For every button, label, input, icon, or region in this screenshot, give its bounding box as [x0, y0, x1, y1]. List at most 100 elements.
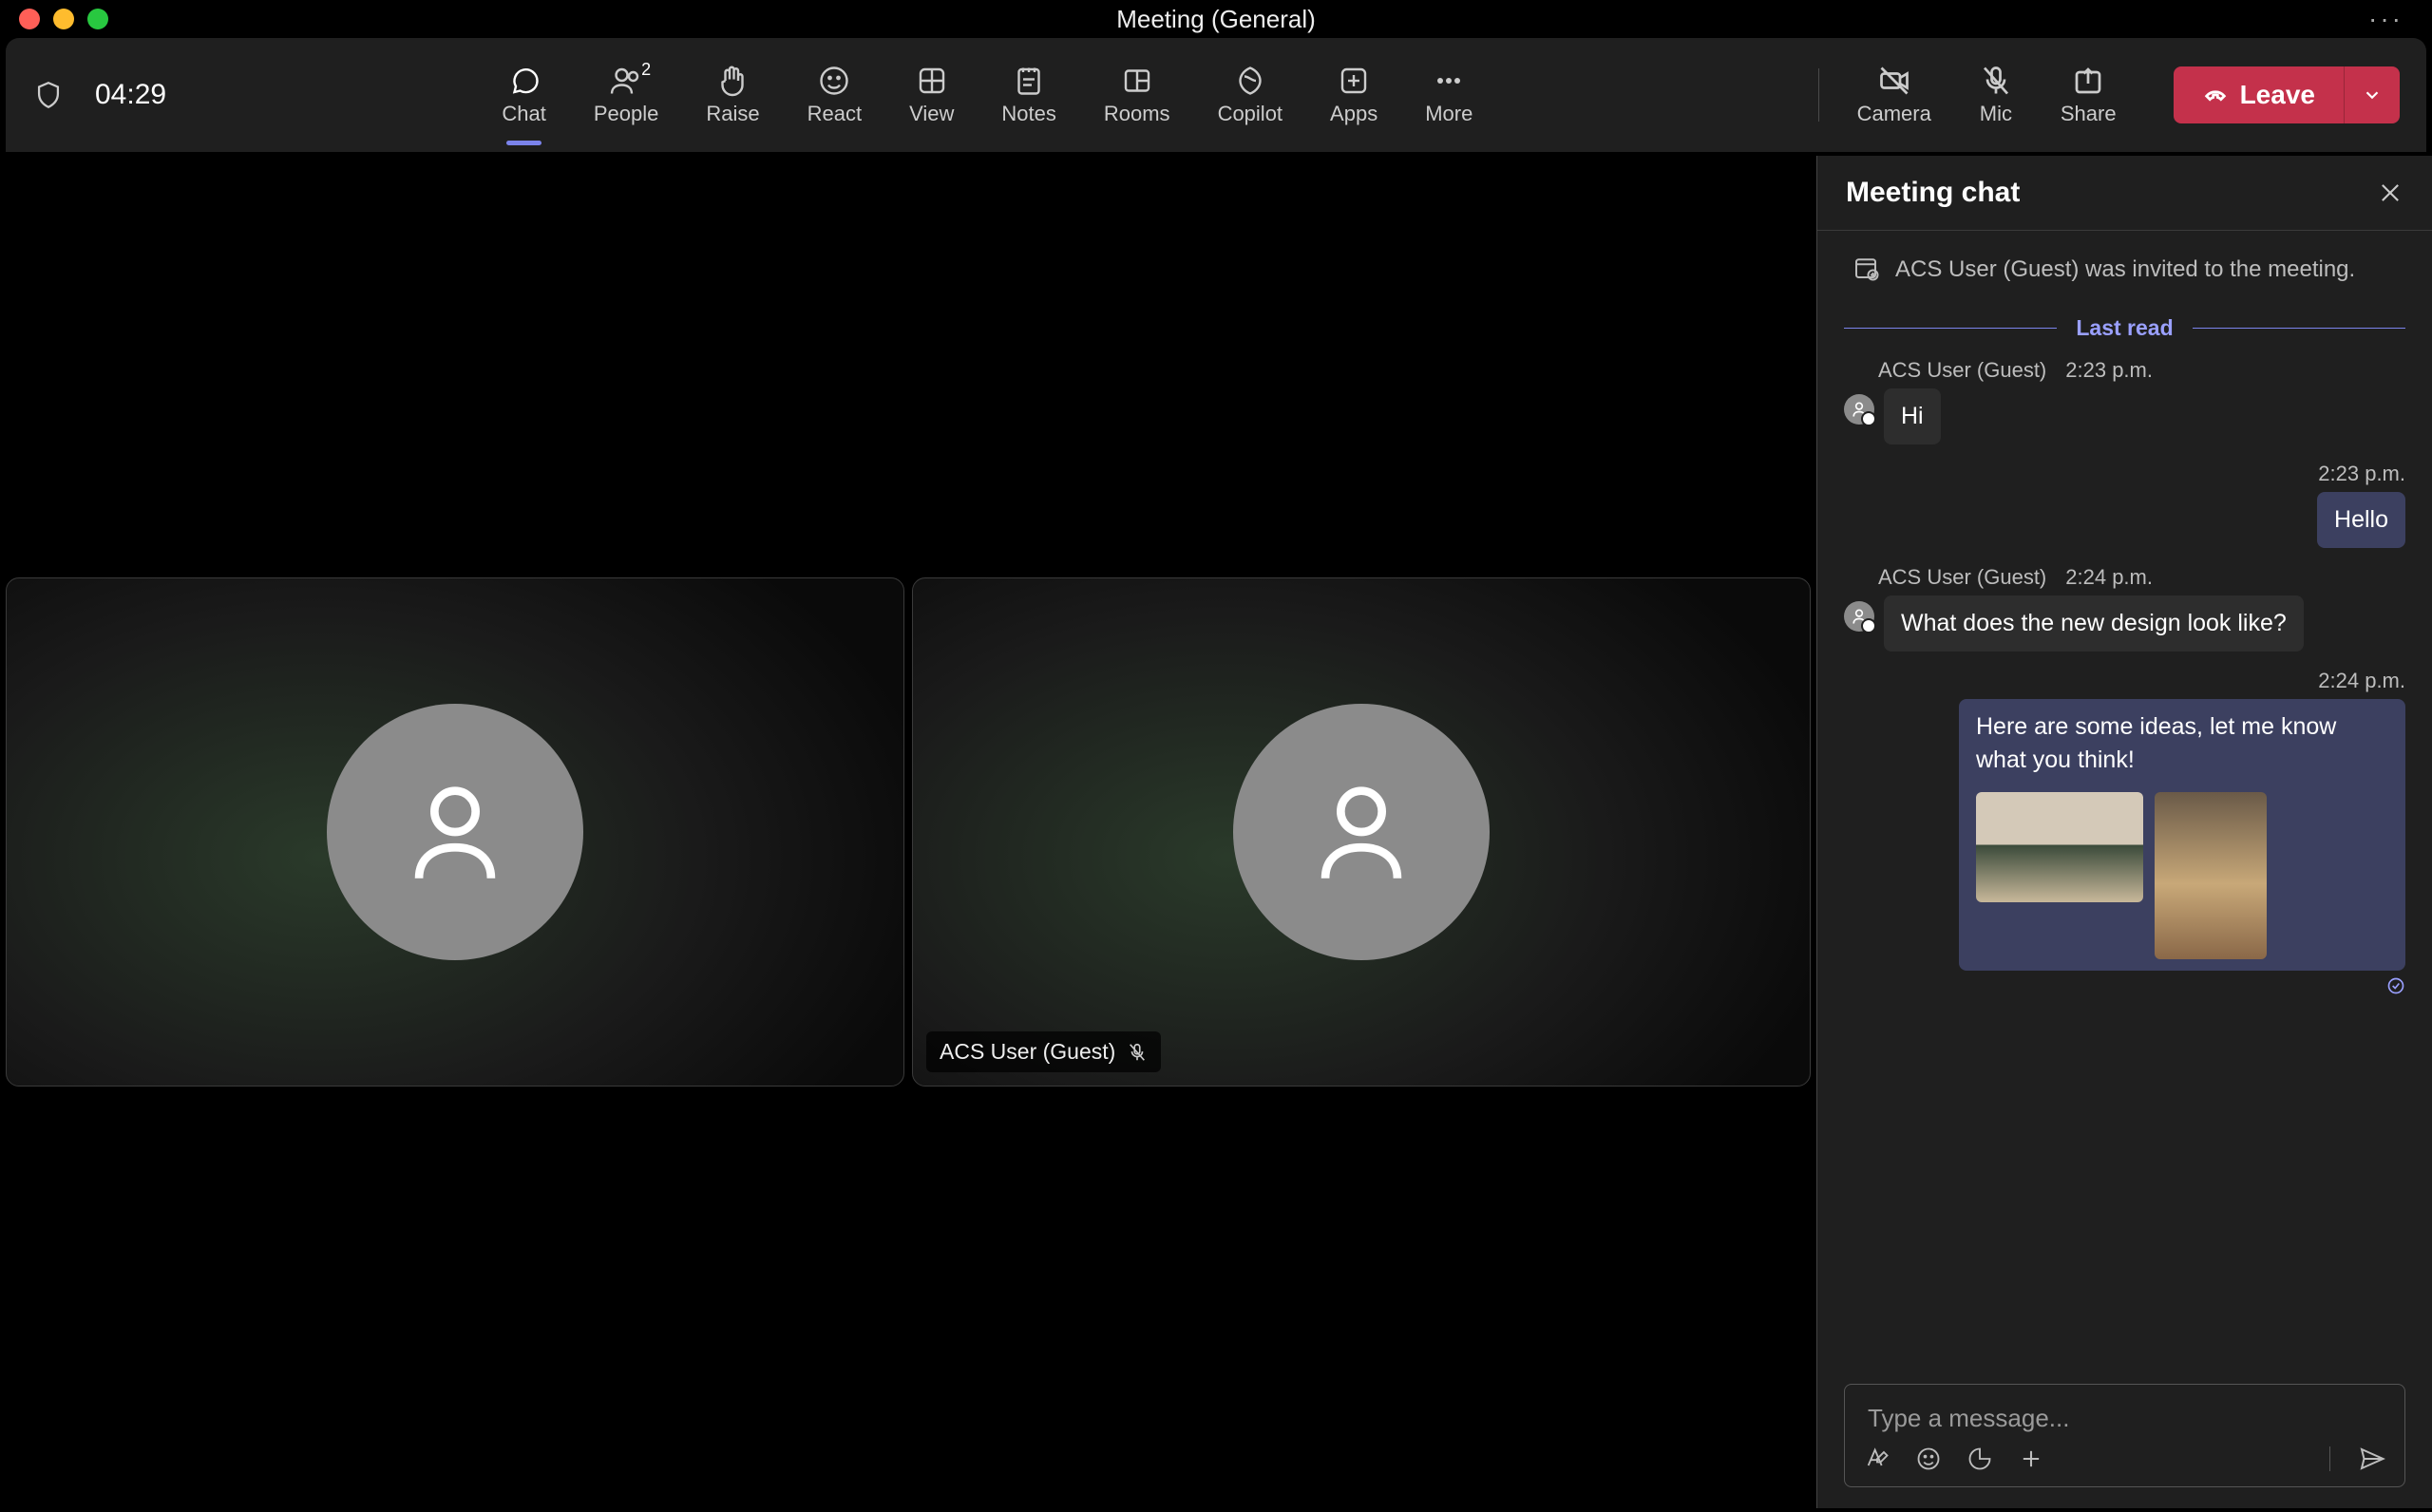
read-receipt-icon — [2386, 976, 2405, 995]
message-meta: ACS User (Guest) 2:24 p.m. — [1878, 565, 2405, 590]
maximize-window-button[interactable] — [87, 9, 108, 29]
people-button[interactable]: 2 People — [584, 58, 669, 132]
participant-tile-guest[interactable]: ACS User (Guest) — [912, 577, 1811, 1087]
notes-button[interactable]: Notes — [992, 58, 1065, 132]
ellipsis-icon — [1432, 64, 1466, 98]
more-button[interactable]: More — [1416, 58, 1482, 132]
react-button[interactable]: React — [798, 58, 871, 132]
titlebar: Meeting (General) ··· — [0, 0, 2432, 38]
apps-label: Apps — [1330, 102, 1378, 126]
message-row: Here are some ideas, let me know what yo… — [1844, 699, 2405, 971]
participant-name: ACS User (Guest) — [940, 1039, 1115, 1065]
attach-button[interactable] — [2018, 1446, 2044, 1472]
mic-off-icon — [1979, 64, 2013, 98]
read-receipt — [1844, 976, 2405, 995]
divider-line — [2193, 328, 2405, 329]
smile-icon — [817, 64, 851, 98]
message-text: What does the new design look like? — [1901, 610, 2287, 636]
calendar-add-icon — [1852, 254, 1880, 282]
chevron-down-icon — [2362, 85, 2383, 105]
copilot-icon — [1233, 64, 1267, 98]
emoji-icon — [1915, 1446, 1942, 1472]
message-text: Hello — [2334, 506, 2388, 533]
message-sender: ACS User (Guest) — [1878, 358, 2046, 383]
loop-icon — [1966, 1446, 1993, 1472]
leave-button[interactable]: Leave — [2174, 66, 2344, 123]
minimize-window-button[interactable] — [53, 9, 74, 29]
image-attachment[interactable] — [1976, 792, 2143, 902]
participant-tile-self[interactable] — [6, 577, 904, 1087]
copilot-button[interactable]: Copilot — [1208, 58, 1292, 132]
chat-panel: Meeting chat ACS User (Guest) was invite… — [1816, 156, 2432, 1508]
system-message: ACS User (Guest) was invited to the meet… — [1844, 236, 2405, 304]
send-icon — [2357, 1445, 2385, 1473]
shield-icon[interactable] — [32, 79, 65, 111]
message-time: 2:23 p.m. — [2065, 358, 2153, 383]
hand-icon — [715, 64, 750, 98]
message-text: Hi — [1901, 403, 1924, 429]
avatar-placeholder — [327, 704, 583, 960]
sender-avatar — [1844, 601, 1874, 632]
toolbar-right: Camera Mic Share Leave — [1848, 58, 2400, 132]
leave-dropdown-button[interactable] — [2344, 66, 2400, 123]
toolbar-divider — [1818, 68, 1819, 122]
camera-button[interactable]: Camera — [1848, 58, 1941, 132]
raise-hand-button[interactable]: Raise — [696, 58, 769, 132]
loop-button[interactable] — [1966, 1446, 1993, 1472]
chat-icon — [507, 64, 542, 98]
divider-line — [1844, 328, 2057, 329]
message-input[interactable] — [1868, 1404, 2382, 1433]
mic-button[interactable]: Mic — [1969, 58, 2023, 132]
image-attachment[interactable] — [2155, 792, 2267, 959]
message-bubble[interactable]: What does the new design look like? — [1884, 595, 2304, 652]
people-label: People — [594, 102, 659, 126]
compose-box[interactable] — [1844, 1384, 2405, 1487]
chat-header: Meeting chat — [1817, 156, 2432, 230]
meeting-body: ACS User (Guest) Meeting chat ACS User (… — [0, 156, 2432, 1508]
share-label: Share — [2061, 102, 2117, 126]
message-bubble[interactable]: Hello — [2317, 492, 2405, 548]
more-label: More — [1425, 102, 1472, 126]
camera-label: Camera — [1857, 102, 1931, 126]
rooms-label: Rooms — [1104, 102, 1170, 126]
close-chat-button[interactable] — [2377, 180, 2404, 206]
last-read-label: Last read — [2076, 315, 2173, 341]
video-stage: ACS User (Guest) — [0, 156, 1816, 1508]
chat-label: Chat — [502, 102, 545, 126]
emoji-button[interactable] — [1915, 1446, 1942, 1472]
send-button[interactable] — [2357, 1445, 2385, 1473]
chat-title: Meeting chat — [1846, 177, 2020, 209]
message-time: 2:24 p.m. — [2318, 669, 2405, 693]
close-window-button[interactable] — [19, 9, 40, 29]
rooms-button[interactable]: Rooms — [1094, 58, 1180, 132]
system-message-text: ACS User (Guest) was invited to the meet… — [1895, 254, 2355, 287]
sender-avatar — [1844, 394, 1874, 425]
avatar-placeholder — [1233, 704, 1490, 960]
toolbar-center: Chat 2 People Raise React View Notes R — [492, 58, 1482, 132]
mic-muted-icon — [1127, 1042, 1148, 1063]
format-button[interactable] — [1864, 1446, 1890, 1472]
message-row: What does the new design look like? — [1844, 595, 2405, 652]
chat-messages[interactable]: ACS User (Guest) was invited to the meet… — [1817, 230, 2432, 1365]
apps-button[interactable]: Apps — [1320, 58, 1387, 132]
meeting-toolbar: 04:29 Chat 2 People Raise React View No — [6, 38, 2426, 152]
view-button[interactable]: View — [900, 58, 963, 132]
meeting-timer: 04:29 — [95, 79, 166, 111]
leave-label: Leave — [2240, 80, 2315, 110]
compose-toolbar — [1864, 1445, 2385, 1473]
person-icon — [1850, 607, 1869, 626]
chat-button[interactable]: Chat — [492, 58, 555, 132]
more-options-button[interactable]: ··· — [2368, 4, 2404, 34]
people-count-badge: 2 — [641, 60, 651, 80]
message-bubble[interactable]: Here are some ideas, let me know what yo… — [1959, 699, 2405, 971]
message-attachments — [1976, 792, 2388, 959]
message-meta: ACS User (Guest) 2:23 p.m. — [1878, 358, 2405, 383]
people-icon: 2 — [609, 64, 643, 98]
raise-label: Raise — [706, 102, 759, 126]
apps-icon — [1337, 64, 1371, 98]
share-button[interactable]: Share — [2051, 58, 2126, 132]
message-time: 2:23 p.m. — [2318, 462, 2405, 486]
compose-area — [1817, 1365, 2432, 1508]
message-bubble[interactable]: Hi — [1884, 388, 1941, 444]
leave-area: Leave — [2174, 66, 2400, 123]
